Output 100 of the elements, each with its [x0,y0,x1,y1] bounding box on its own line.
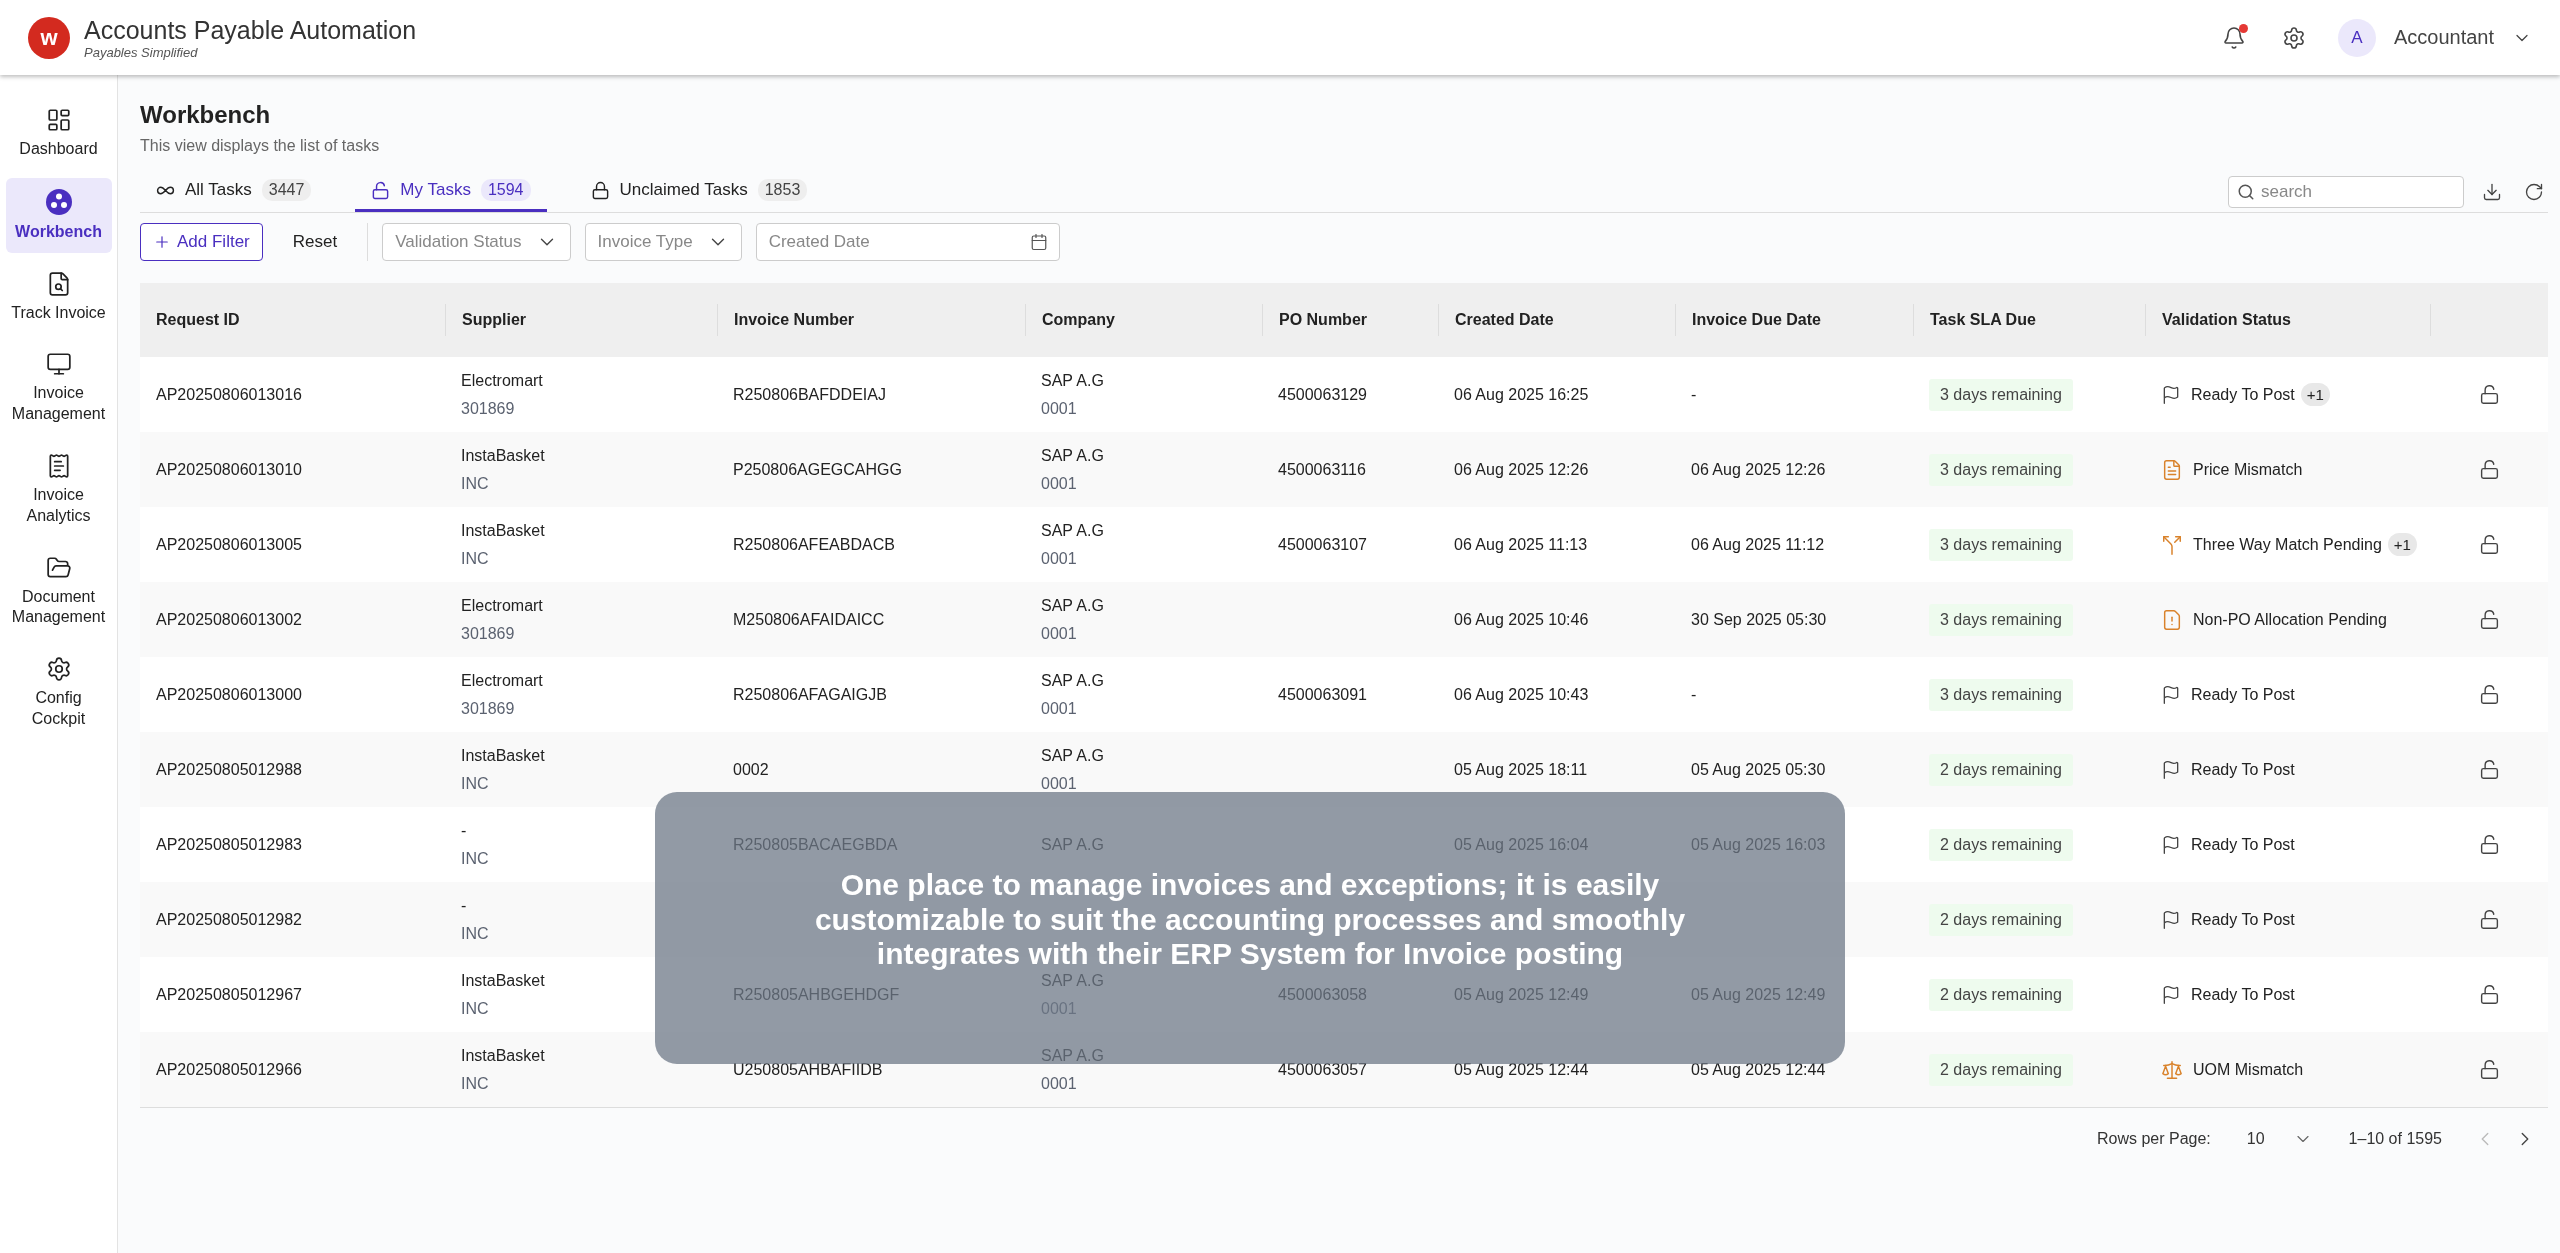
invoice-number-cell-text: U250805AHBAFIIDB [732,1060,884,1079]
scale-icon [2161,1058,2183,1081]
request-id-cell-text: AP20250805012967 [155,985,303,1004]
invoice-number-cell-text: R250806AFAGAIGJB [732,685,888,704]
company-name: SAP A.G [1041,446,1105,465]
company-code: 0001 [1041,399,1078,418]
due-date-cell-text: - [1690,685,1698,704]
status-label: Non-PO Allocation Pending [2193,610,2387,629]
due-date-cell-text: 05 Aug 2025 12:44 [1690,1060,1827,1079]
supplier-name: InstaBasket [461,971,546,990]
request-id-cell-text: AP20250806013010 [155,460,303,479]
filter-dropdown[interactable]: Validation Status [382,223,571,261]
created-date-cell-text: 06 Aug 2025 11:13 [1453,535,1589,554]
flag-icon [2161,834,2181,855]
request-id-cell-text: AP20250806013005 [155,535,303,554]
supplier-code: 301869 [461,399,516,418]
user-avatar: A [2337,18,2376,57]
page-range: 1–10 of 1595 [2348,1130,2442,1148]
search-field[interactable]: search [2228,176,2464,208]
task-tab[interactable]: All Tasks 3447 [140,173,328,212]
column-header: Task SLA Due [1913,304,2145,336]
invoice-number-cell-text: M250806AFAIDAICC [732,610,886,629]
request-id-cell-text: AP20250805012982 [155,910,303,929]
calendar-icon [1029,233,1048,251]
sla-badge: 3 days remaining [1929,378,2073,411]
plus-icon [153,233,171,251]
due-date-cell-text: 06 Aug 2025 12:26 [1690,460,1827,479]
invoice-number-cell-text: P250806AGEGCAHGG [732,460,903,479]
request-id-cell-text: AP20250805012983 [155,835,303,854]
company-name: SAP A.G [1041,746,1105,765]
caption-text: One place to manage invoices and exceptions; it is easily customizable to suit the accounting processes and smoothly integrates with their ERP System for Invoice posting [814,868,1686,972]
supplier-name: InstaBasket [461,1046,546,1065]
column-header: PO Number [1262,304,1438,336]
task-count: 1594 [480,179,531,201]
sidebar-item[interactable]: Track Invoice [5,260,112,334]
company-code: 0001 [1041,774,1078,793]
company-code: 0001 [1041,1074,1078,1093]
page-title: Workbench [140,101,272,129]
invoice-number-cell-text: R250806BAFDDEIAJ [732,385,887,404]
po-number-cell-text: 4500063107 [1277,535,1368,554]
sidebar-item[interactable]: Dashboard [5,97,112,170]
company-name: SAP A.G [1041,971,1105,990]
unlock-icon [371,180,391,200]
document-dollar-icon [2161,458,2183,481]
sla-badge: 3 days remaining [1929,603,2073,636]
status-label: Ready To Post [2191,835,2295,854]
created-date-cell-text: 06 Aug 2025 16:25 [1453,385,1590,404]
supplier-name: Electromart [461,671,544,690]
supplier-code: INC [461,474,490,493]
column-header: Created Date [1438,304,1675,336]
sidebar-item[interactable]: Document Management [5,544,112,639]
date-field[interactable]: Created Date [755,223,1060,261]
rows-per-page-select[interactable]: 10 [2240,1128,2319,1150]
company-name: SAP A.G [1041,596,1105,615]
due-date-cell-text: 05 Aug 2025 16:03 [1690,835,1827,854]
sidebar-item[interactable]: Workbench [5,177,112,253]
task-tab[interactable]: Unclaimed Tasks 1853 [574,173,824,212]
task-tab[interactable]: My Tasks 1594 [355,173,547,212]
sidebar-item[interactable]: Invoice Analytics [5,443,112,537]
company-code: 0001 [1041,624,1078,643]
sla-badge: 3 days remaining [1929,453,2073,486]
sidebar-item[interactable]: Config Cockpit [5,646,112,740]
invoice-number-cell-text: R250805AHBGEHDGF [732,985,901,1004]
status-label: Ready To Post [2191,910,2295,929]
sidebar-item[interactable]: Invoice Management [5,341,112,435]
request-id-cell-text: AP20250806013002 [155,610,303,629]
filter-dropdown[interactable]: Invoice Type [584,223,742,261]
flag-icon [2161,759,2181,780]
lock-icon [590,180,610,200]
supplier-code: INC [461,1074,490,1093]
company-code: 0001 [1041,549,1078,568]
sla-badge: 2 days remaining [1929,978,2073,1011]
sla-badge: 2 days remaining [1929,903,2073,936]
document-alert-icon [2161,608,2183,631]
status-label: Ready To Post [2191,685,2295,704]
extra-count-badge: +1 [2387,533,2417,556]
search-icon [2237,183,2255,201]
company-code: 0001 [1041,474,1078,493]
flag-icon [2161,384,2181,405]
invoice-number-cell-text: R250806AFEABDACB [732,535,896,554]
column-header: Request ID [155,310,241,330]
supplier-code: INC [461,849,490,868]
extra-count-badge: +1 [2300,383,2330,406]
request-id-cell-text: AP20250806013000 [155,685,303,704]
created-date-cell-text: 05 Aug 2025 12:44 [1453,1060,1590,1079]
user-menu[interactable]: A Accountant [2337,18,2532,57]
settings-icon [45,656,72,683]
created-date-cell-text: 06 Aug 2025 12:26 [1453,460,1590,479]
add-filter-button[interactable]: Add Filter [140,223,263,261]
sla-badge: 2 days remaining [1929,828,2073,861]
flag-icon [2161,684,2181,705]
supplier-code: 301869 [461,624,516,643]
po-number-cell-text: 4500063116 [1277,460,1367,479]
supplier-code: 301869 [461,699,516,718]
due-date-cell-text: 30 Sep 2025 05:30 [1690,610,1828,629]
status-label: Ready To Post [2191,985,2295,1004]
status-label: Ready To Post [2191,760,2295,779]
reset-button[interactable]: Reset [276,232,354,252]
supplier-name: Electromart [461,371,544,390]
supplier-name: - [461,821,468,840]
